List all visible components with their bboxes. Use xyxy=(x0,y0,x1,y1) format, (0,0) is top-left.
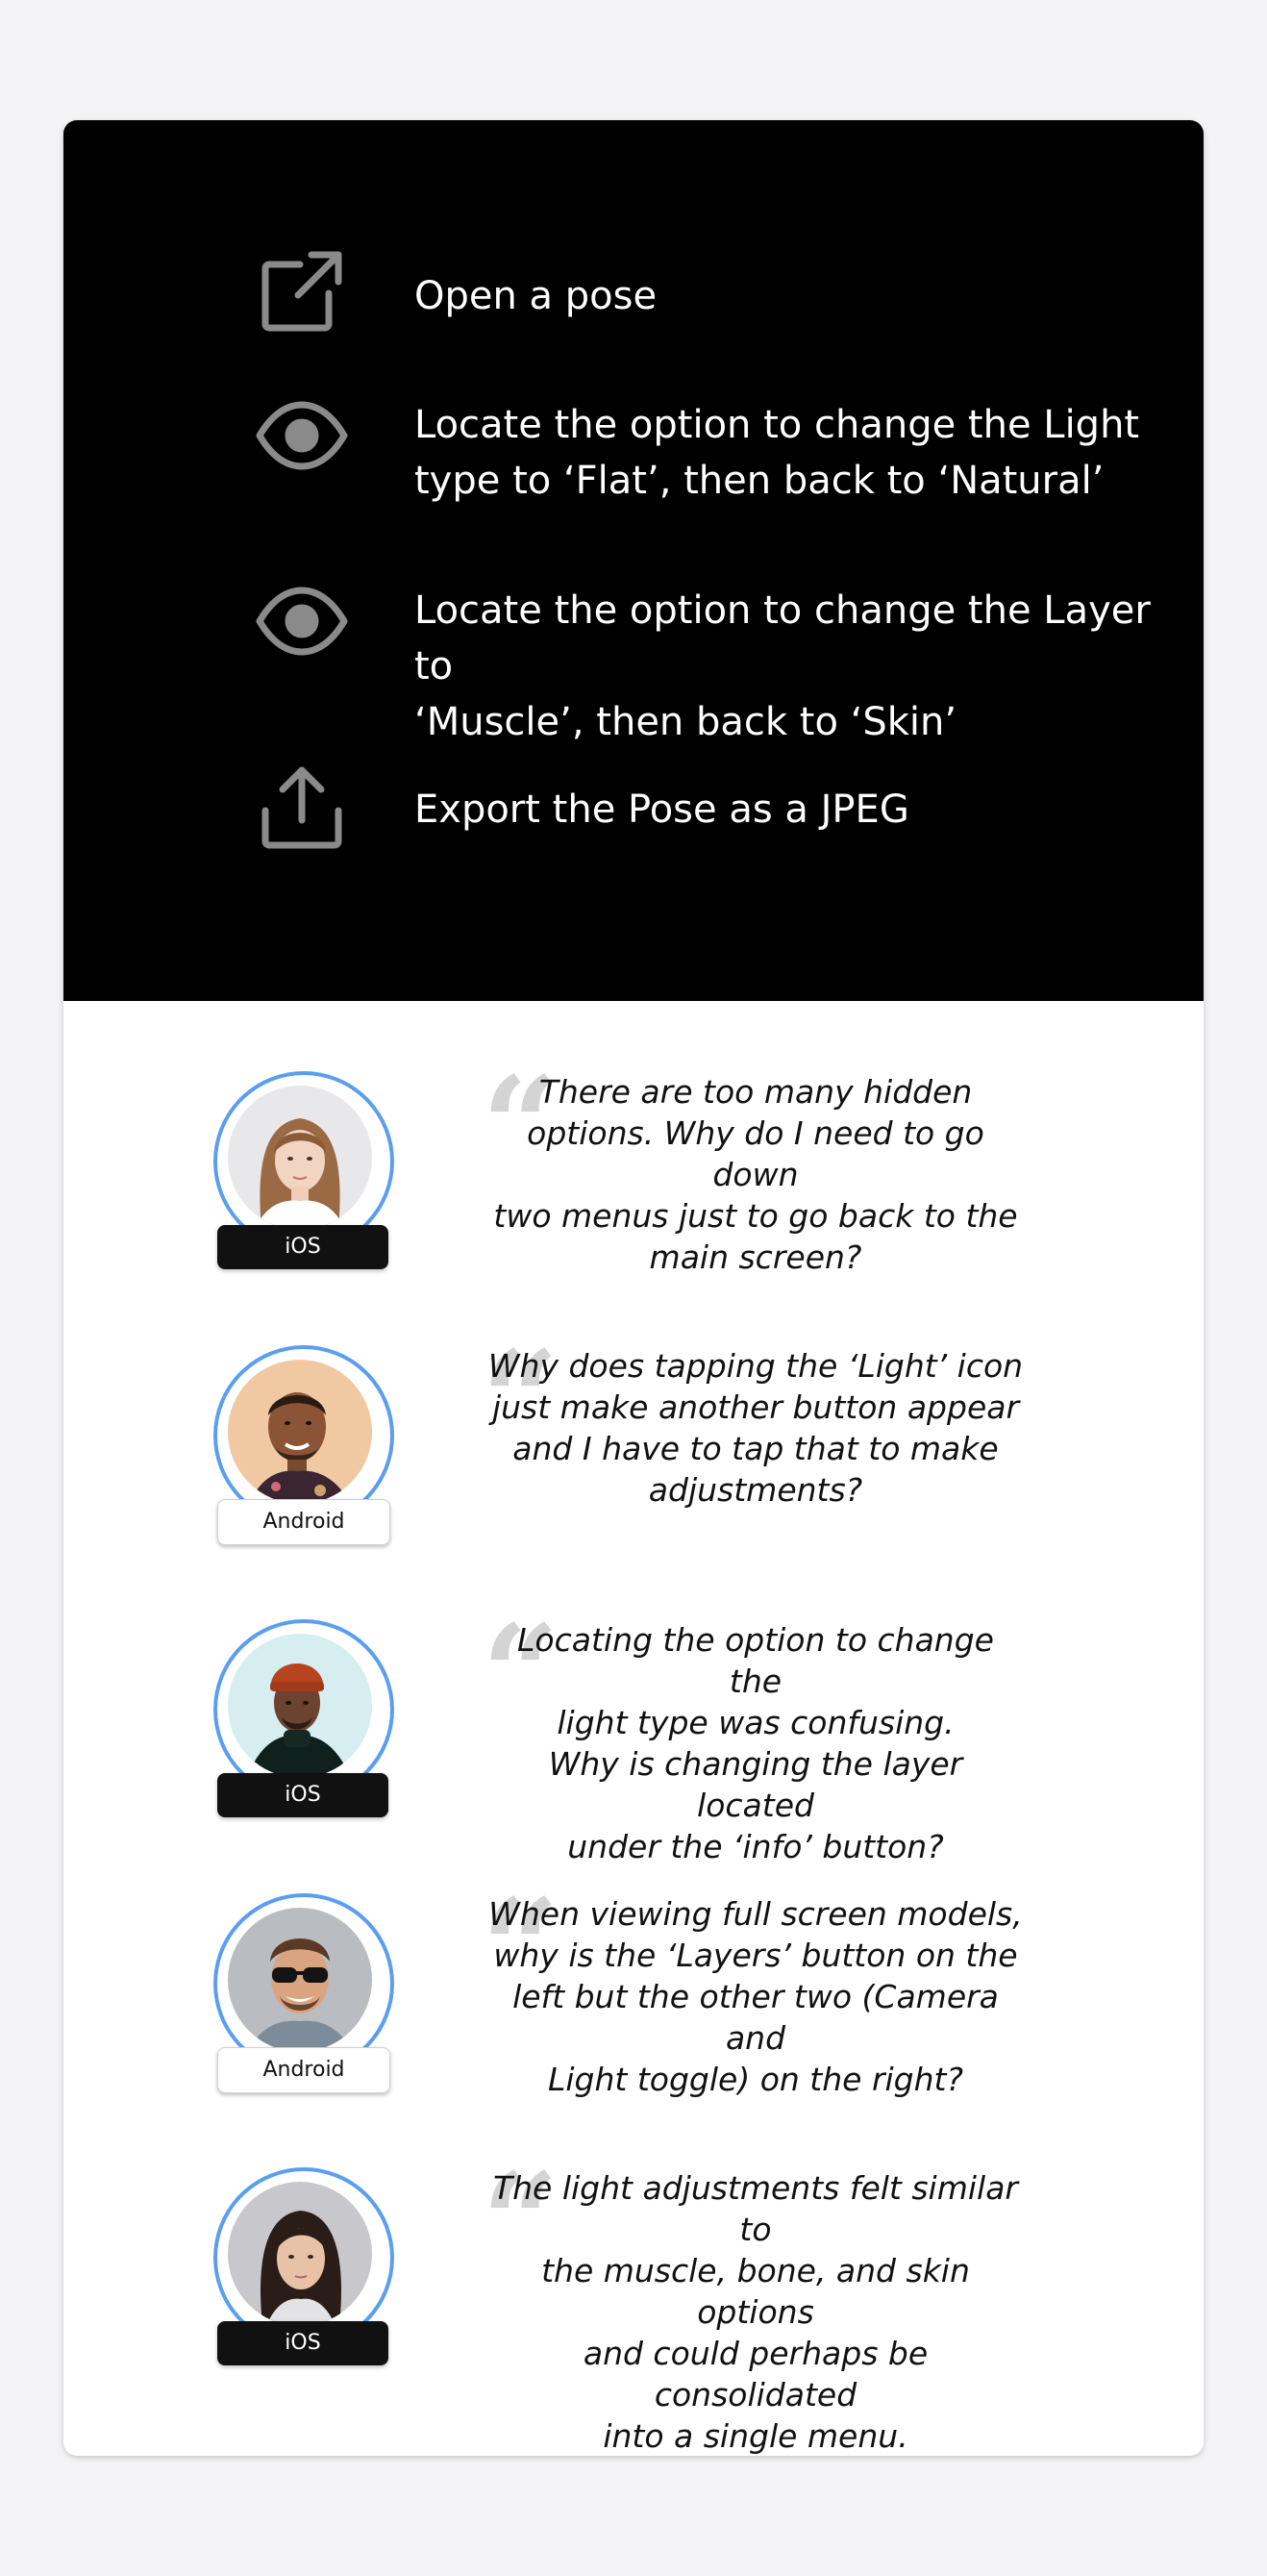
task-label: Export the Pose as a JPEG xyxy=(414,788,909,832)
avatar xyxy=(213,2167,394,2348)
eye-icon xyxy=(256,575,348,667)
platform-badge-ios: iOS xyxy=(217,1773,388,1817)
platform-badge-ios: iOS xyxy=(217,1225,388,1269)
task-label: Locate the option to change the Light ty… xyxy=(414,403,1140,503)
avatar-photo-woman-long-hair xyxy=(228,1086,372,1230)
avatar-photo-man-sunglasses xyxy=(228,1908,372,2052)
avatar xyxy=(213,1345,394,1526)
quote-text: When viewing full screen models, why is … xyxy=(488,1895,1023,2098)
avatar xyxy=(213,1071,394,1252)
quote-text: The light adjustments felt similar to th… xyxy=(492,2169,1018,2455)
user-quote: Android “ Why does tapping the ‘Light’ i… xyxy=(63,1334,1204,1557)
user-quote: Android “ When viewing full screen model… xyxy=(63,1882,1204,2105)
user-quotes-section: iOS “ There are too many hidden options.… xyxy=(63,1001,1204,2456)
research-card: Open a pose Locate the option to change … xyxy=(63,120,1204,2456)
quote-text: Locating the option to change the light … xyxy=(517,1621,994,1865)
task-label: Locate the option to change the Layer to… xyxy=(414,588,1151,744)
task-label: Open a pose xyxy=(414,274,658,318)
user-quote: iOS “ Locating the option to change the … xyxy=(63,1608,1204,1865)
platform-badge-android: Android xyxy=(217,2047,390,2093)
platform-badge-ios: iOS xyxy=(217,2321,388,2365)
avatar xyxy=(213,1619,394,1800)
task-list-panel: Open a pose Locate the option to change … xyxy=(63,120,1204,1001)
quote-text: There are too many hidden options. Why d… xyxy=(493,1073,1018,1276)
user-quote: iOS “ The light adjustments felt similar… xyxy=(63,2156,1204,2455)
avatar-photo-man-red-beanie xyxy=(228,1634,372,1778)
avatar-photo-woman-dark-hair xyxy=(228,2182,372,2326)
user-quote: iOS “ There are too many hidden options.… xyxy=(63,1060,1204,1283)
external-link-icon xyxy=(256,245,348,338)
avatar-photo-man-smiling xyxy=(228,1360,372,1504)
upload-icon xyxy=(256,761,348,853)
avatar xyxy=(213,1893,394,2074)
eye-icon xyxy=(256,389,348,482)
quote-text: Why does tapping the ‘Light’ icon just m… xyxy=(487,1347,1024,1509)
platform-badge-android: Android xyxy=(217,1499,390,1545)
